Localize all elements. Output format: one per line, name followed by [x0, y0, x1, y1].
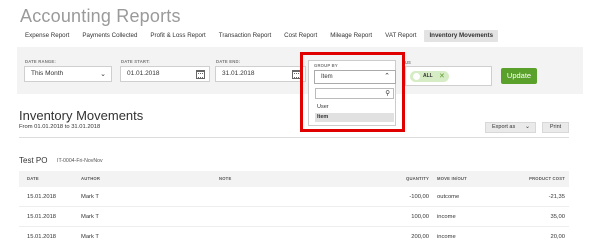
col-quantity: QUANTITY	[405, 176, 429, 181]
status-filter[interactable]: ALL ✕	[405, 66, 492, 86]
cell-product-cost: -21,35	[548, 194, 565, 200]
table-row: 15.01.2018 Mark T -100,00 outcome -21,35	[19, 187, 569, 207]
update-button[interactable]: Update	[501, 68, 537, 84]
report-title: Inventory Movements	[19, 108, 144, 123]
group-name: Test PO	[19, 156, 48, 165]
cell-move: outcome	[437, 194, 460, 200]
cell-quantity: -100,00	[409, 194, 429, 200]
export-button[interactable]: Export as ⌄	[485, 122, 536, 133]
date-start-label: DATE START:	[121, 59, 151, 64]
calendar-icon[interactable]	[196, 70, 205, 79]
group-id: IT-0004-Fri-NovNov	[57, 158, 103, 164]
tab-transaction-report[interactable]: Transaction Report	[214, 30, 276, 42]
col-move: MOVE IN/OUT	[437, 176, 467, 181]
export-label: Export as	[492, 124, 516, 130]
cell-date: 15.01.2018	[27, 214, 57, 220]
cell-date: 15.01.2018	[27, 194, 57, 200]
tab-profit-loss-report[interactable]: Profit & Loss Report	[145, 30, 210, 42]
col-author: AUTHOR	[81, 176, 101, 181]
table-row: 15.01.2018 Mark T 100,00 income 35,00	[19, 207, 569, 227]
cell-date: 15.01.2018	[27, 234, 57, 240]
col-note: NOTE	[219, 176, 232, 181]
date-range-value: This Month	[31, 70, 64, 77]
tab-payments-collected[interactable]: Payments Collected	[77, 30, 142, 42]
status-pill-label: ALL	[423, 73, 433, 79]
divider	[19, 137, 569, 138]
tab-vat-report[interactable]: VAT Report	[380, 30, 421, 42]
tab-mileage-report[interactable]: Mileage Report	[325, 30, 377, 42]
table-row: 15.01.2018 Mark T 200,00 income 20,00	[19, 227, 569, 244]
close-icon[interactable]: ✕	[439, 71, 445, 82]
status-label: US	[405, 60, 411, 65]
toggle-dot-icon	[413, 73, 420, 80]
report-date-range: From 01.01.2018 to 31.01.2018	[19, 124, 101, 130]
cell-author: Mark T	[81, 214, 99, 220]
cell-author: Mark T	[81, 234, 99, 240]
print-button[interactable]: Print	[542, 122, 569, 133]
date-range-select[interactable]: This Month ⌄	[24, 66, 112, 82]
cell-move: income	[437, 214, 456, 220]
chevron-down-icon: ⌄	[524, 124, 530, 130]
highlight-frame	[300, 52, 405, 132]
chevron-down-icon: ⌄	[100, 71, 106, 78]
date-start-field[interactable]: 01.01.2018	[120, 66, 210, 82]
cell-product-cost: 20,00	[550, 234, 565, 240]
col-date: DATE	[27, 176, 39, 181]
cell-move: income	[437, 234, 456, 240]
cell-product-cost: 35,00	[550, 214, 565, 220]
table-header: DATE AUTHOR NOTE QUANTITY MOVE IN/OUT PR…	[19, 171, 569, 187]
tab-cost-report[interactable]: Cost Report	[279, 30, 322, 42]
date-range-label: DATE RANGE:	[25, 59, 56, 64]
date-end-field[interactable]: 31.01.2018	[215, 66, 306, 82]
cell-quantity: 200,00	[411, 234, 429, 240]
tab-expense-report[interactable]: Expense Report	[20, 30, 74, 42]
status-pill[interactable]: ALL ✕	[410, 71, 449, 82]
col-product-cost: PRODUCT COST	[529, 176, 565, 181]
date-start-value: 01.01.2018	[127, 70, 160, 77]
tab-inventory-movements[interactable]: Inventory Movements	[424, 30, 499, 42]
cell-quantity: 100,00	[411, 214, 429, 220]
date-end-label: DATE END:	[216, 59, 241, 64]
report-tabs: Expense Report Payments Collected Profit…	[20, 30, 501, 42]
date-end-value: 31.01.2018	[222, 70, 255, 77]
page-title: Accounting Reports	[20, 6, 181, 26]
cell-author: Mark T	[81, 194, 99, 200]
